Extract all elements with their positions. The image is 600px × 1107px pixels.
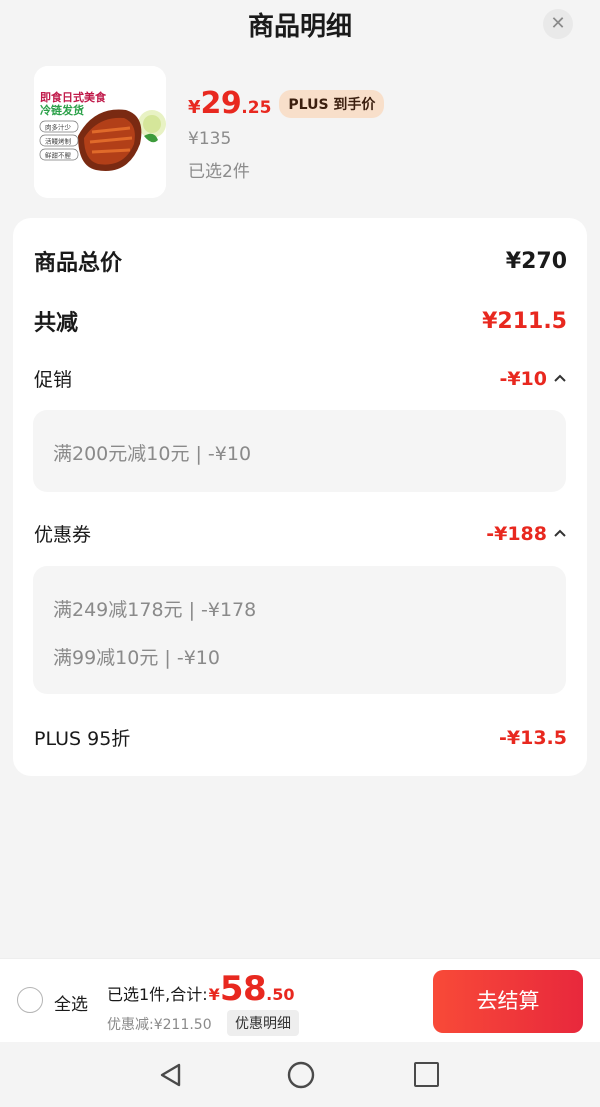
coupon-detail-box: 满249减178元 | -¥178 满99减10元 | -¥10 <box>33 566 566 694</box>
total-amount: 已选1件,合计: ¥ 58 .50 <box>107 969 294 1009</box>
back-triangle-icon[interactable] <box>157 1061 185 1089</box>
checkout-button[interactable]: 去结算 <box>433 970 583 1033</box>
close-icon[interactable]: ✕ <box>543 9 573 39</box>
image-tag-3: 鲜甜不腥 <box>45 151 72 160</box>
coupon-label: 优惠券 <box>34 524 92 546</box>
price-detail-card: 商品总价 ¥270 共减 ¥211.5 促销 -¥10 满200元减10元 | … <box>13 218 587 776</box>
promo-value: -¥10 <box>499 367 547 390</box>
checkout-bar: 全选 已选1件,合计: ¥ 58 .50 优惠减:¥211.50 优惠明细 去结… <box>0 958 600 1042</box>
total-currency: ¥ <box>208 985 220 1004</box>
selected-count: 已选2件 <box>188 162 250 182</box>
header: 商品明细 ✕ <box>0 0 600 50</box>
total-integer: 58 <box>219 969 267 1009</box>
page-title: 商品明细 <box>247 12 352 42</box>
select-all-label[interactable]: 全选 <box>54 990 88 1015</box>
original-price: ¥135 <box>188 129 232 149</box>
plus-discount-value: -¥13.5 <box>499 726 567 749</box>
coupon-item: 满99减10元 | -¥10 <box>53 647 220 669</box>
total-price-label: 商品总价 <box>34 251 123 276</box>
image-text-line2: 冷链发货 <box>40 103 84 117</box>
discount-summary: 优惠减:¥211.50 <box>107 1017 212 1033</box>
reduce-value: ¥211.5 <box>482 308 567 334</box>
system-nav-bar <box>0 1043 600 1107</box>
select-all-checkbox[interactable] <box>17 987 43 1013</box>
product-image[interactable]: 即食日式美食 冷链发货 肉多汁少 活鳗烤制 鲜甜不腥 <box>34 66 166 198</box>
price-integer: 29 <box>200 86 242 121</box>
reduce-row: 共减 ¥211.5 <box>34 305 567 337</box>
total-price-row: 商品总价 ¥270 <box>34 245 567 277</box>
home-circle-icon[interactable] <box>286 1060 316 1090</box>
image-tag-2: 活鳗烤制 <box>45 137 72 146</box>
chevron-up-icon[interactable] <box>553 527 567 541</box>
plus-discount-row: PLUS 95折 -¥13.5 <box>34 724 567 751</box>
price-decimal: .25 <box>241 98 272 118</box>
promo-row[interactable]: 促销 -¥10 <box>34 365 567 392</box>
unit-price: ¥ 29 .25 PLUS 到手价 <box>188 86 385 126</box>
coupon-value: -¥188 <box>486 522 547 545</box>
promo-value-group: -¥10 <box>499 368 567 390</box>
reduce-label: 共减 <box>34 311 79 336</box>
product-summary: 即食日式美食 冷链发货 肉多汁少 活鳗烤制 鲜甜不腥 ¥ 29 .25 PLUS… <box>34 66 574 198</box>
product-image-art: 即食日式美食 冷链发货 肉多汁少 活鳗烤制 鲜甜不腥 <box>34 66 166 198</box>
plus-discount-label: PLUS 95折 <box>34 728 131 750</box>
discount-detail-button[interactable]: 优惠明细 <box>227 1010 299 1036</box>
coupon-value-group: -¥188 <box>486 523 567 545</box>
image-text-line1: 即食日式美食 <box>40 90 107 104</box>
recent-apps-icon[interactable] <box>414 1062 439 1087</box>
price-currency: ¥ <box>188 97 201 118</box>
total-decimal: .50 <box>266 985 295 1004</box>
image-tag-1: 肉多汁少 <box>45 123 72 132</box>
total-prefix: 已选1件,合计: <box>107 985 208 1004</box>
promo-item: 满200元减10元 | -¥10 <box>53 443 252 465</box>
promo-detail-box: 满200元减10元 | -¥10 <box>33 410 566 492</box>
total-price-value: ¥270 <box>505 248 567 274</box>
coupon-row[interactable]: 优惠券 -¥188 <box>34 520 567 547</box>
chevron-up-icon[interactable] <box>553 372 567 386</box>
plus-price-badge: PLUS 到手价 <box>279 90 385 118</box>
coupon-item: 满249减178元 | -¥178 <box>53 599 257 621</box>
promo-label: 促销 <box>34 369 73 391</box>
